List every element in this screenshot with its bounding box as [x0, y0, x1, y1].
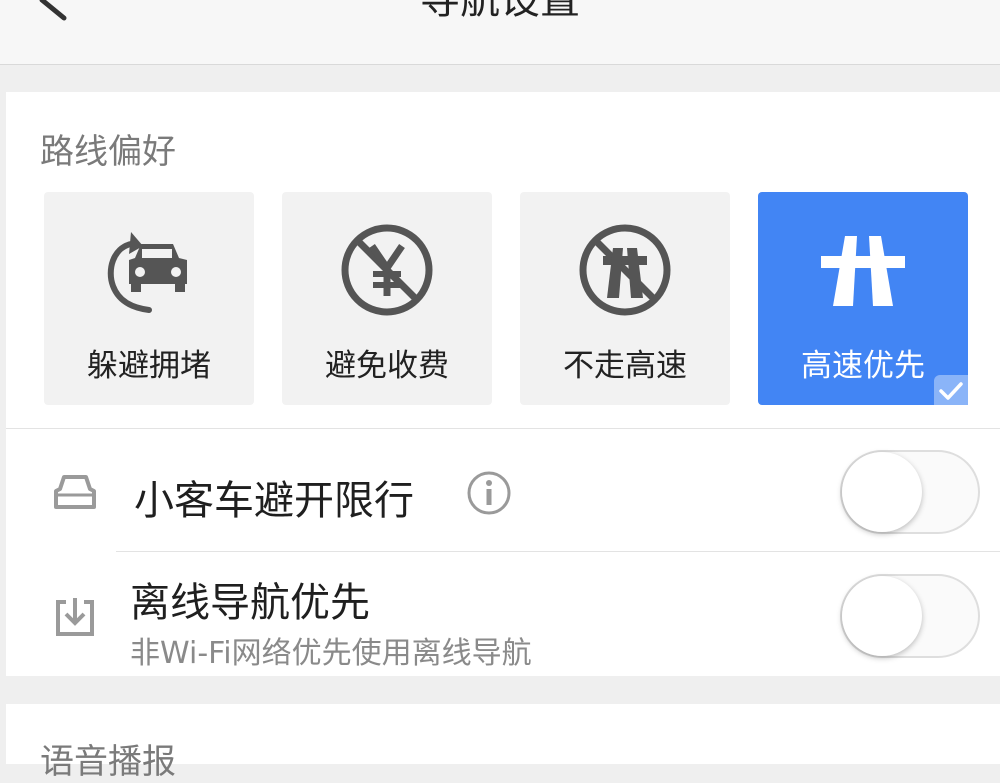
route-option-label: 不走高速: [563, 348, 687, 384]
offline-nav-toggle[interactable]: [840, 574, 980, 658]
no-toll-icon: [341, 224, 433, 316]
car-icon: [54, 475, 96, 509]
divider: [6, 428, 1000, 429]
page-title: 导航设置: [420, 0, 580, 23]
voice-settings-card: 语音播报: [6, 704, 1000, 782]
offline-nav-subtitle: 非Wi-Fi网络优先使用离线导航: [130, 636, 532, 671]
no-highway-icon: [579, 224, 671, 316]
download-icon: [56, 598, 94, 636]
route-option-label: 避免收费: [325, 348, 449, 384]
route-option-avoid-toll[interactable]: 避免收费: [282, 192, 492, 405]
route-option-no-highway[interactable]: 不走高速: [520, 192, 730, 405]
route-option-avoid-congestion[interactable]: 躲避拥堵: [44, 192, 254, 405]
toggle-knob: [842, 452, 922, 532]
route-settings-card: 路线偏好 躲避拥堵 避免收费 不走高速 高速优先 小客车避开限行 离线导航优先 …: [6, 92, 1000, 676]
divider: [116, 551, 1000, 552]
toggle-knob: [842, 576, 922, 656]
top-bar: 导航设置: [0, 0, 1000, 65]
selected-check-badge: [934, 375, 968, 405]
avoid-congestion-icon: [107, 232, 187, 313]
route-preference-label: 路线偏好: [40, 132, 176, 172]
route-option-label: 躲避拥堵: [87, 348, 211, 384]
route-option-highway-first[interactable]: 高速优先: [758, 192, 968, 405]
car-restriction-title: 小客车避开限行: [134, 478, 414, 524]
checkmark-icon: [939, 382, 963, 400]
offline-nav-title: 离线导航优先: [130, 580, 370, 626]
voice-label: 语音播报: [40, 742, 176, 782]
info-icon[interactable]: [466, 470, 512, 516]
highway-icon: [821, 236, 905, 306]
car-restriction-toggle[interactable]: [840, 450, 980, 534]
